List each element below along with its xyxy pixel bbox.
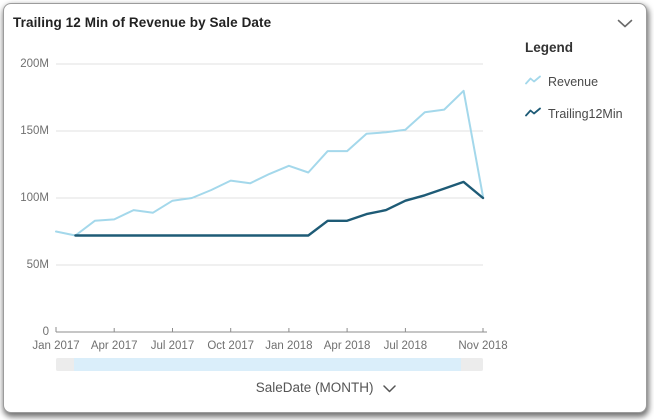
- scrollbar-range-fill[interactable]: [74, 358, 461, 371]
- legend-title: Legend: [525, 40, 643, 55]
- y-axis-tick-label: 50M: [4, 259, 49, 271]
- line-series-icon: [525, 105, 541, 123]
- scrollbar-right-handle[interactable]: [461, 358, 483, 371]
- y-axis-tick-label: 150M: [4, 125, 49, 137]
- legend-item-trailing12min[interactable]: Trailing12Min: [525, 105, 643, 123]
- scrollbar-left-handle[interactable]: [56, 358, 74, 371]
- legend: Legend Revenue Trailing12Min: [525, 40, 643, 137]
- chart-widget-card: Trailing 12 Min of Revenue by Sale Date …: [3, 3, 647, 413]
- y-axis-tick-label: 200M: [4, 58, 49, 70]
- y-axis-tick-label: 100M: [4, 192, 49, 204]
- series-line-trailing12min: [75, 182, 483, 236]
- x-axis-range-scrollbar: [56, 358, 483, 371]
- x-axis-tick-label: Jul 2018: [369, 340, 441, 352]
- series-line-revenue: [56, 91, 483, 236]
- x-axis-tick-label: Nov 2018: [447, 340, 519, 352]
- line-series-icon: [525, 73, 541, 91]
- dimension-selector[interactable]: SaleDate (MONTH): [4, 380, 648, 396]
- legend-item-label: Trailing12Min: [548, 107, 623, 121]
- legend-item-revenue[interactable]: Revenue: [525, 73, 643, 91]
- legend-item-label: Revenue: [548, 75, 598, 89]
- y-axis-tick-label: 0: [4, 326, 49, 338]
- chevron-down-icon: [383, 381, 396, 396]
- dimension-selector-label: SaleDate (MONTH): [256, 380, 374, 395]
- legend-items: Revenue Trailing12Min: [525, 73, 643, 123]
- screenshot-stage: Trailing 12 Min of Revenue by Sale Date …: [0, 0, 654, 420]
